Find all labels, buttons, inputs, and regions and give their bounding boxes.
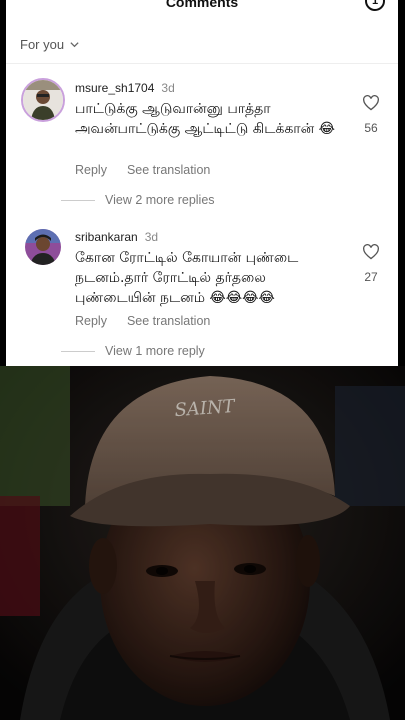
like-count: 27 bbox=[364, 270, 378, 284]
view-replies-label[interactable]: View 2 more replies bbox=[105, 193, 215, 207]
comment-text: கோன ரோட்டில் கோயான் புண்டை நடனம்.தார் ரோ… bbox=[75, 250, 299, 306]
sort-filter-dropdown[interactable]: For you bbox=[20, 37, 80, 52]
comment-text: பாட்டுக்கு ஆடுவான்னு பாத்தா அவன்பாட்டுக்… bbox=[75, 101, 335, 137]
divider bbox=[6, 63, 398, 64]
reply-thread-line bbox=[61, 350, 95, 352]
view-more-replies[interactable]: View 2 more replies bbox=[61, 193, 215, 207]
like-control[interactable]: 27 bbox=[360, 244, 382, 284]
see-translation-button[interactable]: See translation bbox=[127, 314, 210, 328]
comments-panel: Comments 1 For you msure_sh1704 3d பாட்டு… bbox=[6, 0, 398, 366]
chevron-down-icon bbox=[70, 42, 79, 48]
comments-title: Comments bbox=[165, 0, 239, 10]
username-text[interactable]: sribankaran bbox=[75, 230, 138, 244]
filter-label: For you bbox=[20, 37, 65, 52]
view-more-replies[interactable]: View 1 more reply bbox=[61, 344, 205, 358]
comments-header: Comments 1 bbox=[6, 0, 398, 14]
reply-thread-line bbox=[61, 199, 95, 201]
reply-button[interactable]: Reply bbox=[75, 314, 107, 328]
like-control[interactable]: 56 bbox=[360, 95, 382, 135]
heart-icon[interactable] bbox=[362, 244, 380, 260]
avatar[interactable] bbox=[21, 78, 65, 122]
video-frame: SAINT bbox=[0, 366, 405, 720]
heart-icon[interactable] bbox=[362, 95, 380, 111]
comment-time: 3d bbox=[144, 230, 159, 244]
reply-button[interactable]: Reply bbox=[75, 163, 107, 177]
like-count: 56 bbox=[364, 121, 378, 135]
avatar[interactable] bbox=[25, 229, 61, 265]
username-text[interactable]: msure_sh1704 bbox=[75, 81, 154, 95]
comment-actions: Reply See translation bbox=[75, 163, 210, 177]
comment-actions: Reply See translation bbox=[75, 314, 210, 328]
comment-time: 3d bbox=[161, 81, 175, 95]
comment-username[interactable]: msure_sh1704 3d bbox=[75, 81, 175, 95]
comment-username[interactable]: sribankaran 3d bbox=[75, 230, 158, 244]
see-translation-button[interactable]: See translation bbox=[127, 163, 210, 177]
view-replies-label[interactable]: View 1 more reply bbox=[105, 344, 205, 358]
